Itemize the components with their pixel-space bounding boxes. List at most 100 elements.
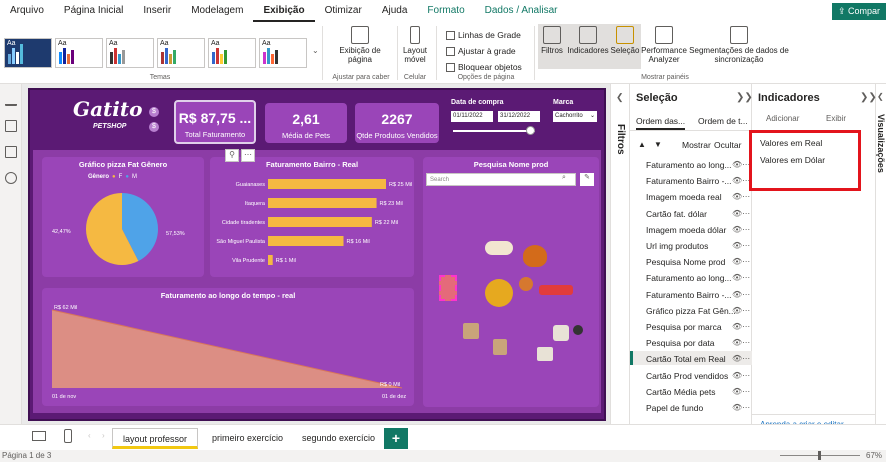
- visibility-eye-icon[interactable]: 👁⋯: [732, 387, 750, 396]
- visibility-eye-icon[interactable]: 👁⋯: [732, 192, 750, 201]
- selection-item[interactable]: Faturamento ao long...: [646, 273, 746, 283]
- bar-chart-panel[interactable]: Faturamento Bairro - Real ⚲ ⋯ Guaianases…: [210, 149, 414, 277]
- move-down-icon[interactable]: ▼: [654, 140, 662, 149]
- zoom-slider-handle[interactable]: [818, 451, 821, 460]
- lock-objects-checkbox[interactable]: Bloquear objetos: [446, 62, 522, 72]
- selection-item[interactable]: Papel de fundo: [646, 403, 746, 413]
- currency-real-icon[interactable]: $: [149, 107, 159, 117]
- visibility-eye-icon[interactable]: 👁⋯: [732, 241, 750, 250]
- mobile-layout-button[interactable]: Layout móvel: [398, 26, 432, 64]
- mobile-layout-icon[interactable]: [64, 429, 72, 443]
- page-view-button[interactable]: Exibição de página: [330, 26, 390, 64]
- currency-dollar-icon[interactable]: $: [149, 122, 159, 132]
- selection-item[interactable]: Faturamento Bairro -...: [646, 290, 746, 300]
- theme-3[interactable]: Aa: [106, 38, 154, 68]
- selection-item[interactable]: Pesquisa por data: [646, 338, 746, 348]
- theme-6[interactable]: Aa: [259, 38, 307, 68]
- show-all-button[interactable]: Mostrar: [682, 140, 711, 150]
- selection-item[interactable]: Faturamento ao long...: [646, 160, 746, 170]
- visibility-eye-icon[interactable]: 👁⋯: [732, 209, 750, 218]
- desktop-layout-icon[interactable]: [32, 431, 46, 441]
- tab-ordem-camadas[interactable]: Ordem das...: [636, 116, 686, 130]
- selection-item[interactable]: Imagem moeda real: [646, 192, 746, 202]
- selection-item[interactable]: Url img produtos: [646, 241, 746, 251]
- hide-all-button[interactable]: Ocultar: [714, 140, 741, 150]
- performance-analyzer-button[interactable]: Performance Analyzer: [641, 26, 687, 64]
- date-to-input[interactable]: 31/12/2022: [498, 111, 540, 122]
- sync-slicers-button[interactable]: Segmentações de dados de sincronização: [688, 26, 790, 64]
- page-tab-primeiro-exercicio[interactable]: primeiro exercício: [202, 428, 293, 449]
- visibility-eye-icon[interactable]: 👁⋯: [732, 371, 750, 380]
- model-view-icon[interactable]: [5, 146, 17, 158]
- eraser-icon[interactable]: ✎: [580, 173, 594, 186]
- menu-exibicao[interactable]: Exibição: [253, 0, 315, 22]
- selection-item[interactable]: Cartão Total em Real: [646, 354, 746, 364]
- snap-grid-checkbox[interactable]: Ajustar à grade: [446, 46, 516, 56]
- filters-pane-button[interactable]: Filtros: [538, 26, 566, 55]
- visibility-eye-icon[interactable]: 👁⋯: [732, 257, 750, 266]
- date-from-input[interactable]: 01/11/2022: [451, 111, 493, 122]
- visibility-eye-icon[interactable]: 👁⋯: [732, 273, 750, 282]
- product-search-input[interactable]: Search: [426, 173, 576, 186]
- date-range-handle[interactable]: [526, 126, 535, 135]
- theme-2[interactable]: Aa: [55, 38, 103, 68]
- theme-5[interactable]: Aa: [208, 38, 256, 68]
- selection-item[interactable]: Pesquisa Nome prod: [646, 257, 746, 267]
- scroll-left-icon[interactable]: ‹: [88, 431, 91, 440]
- visibility-eye-icon[interactable]: 👁⋯: [732, 290, 750, 299]
- theme-4[interactable]: Aa: [157, 38, 205, 68]
- menu-ajuda[interactable]: Ajuda: [372, 0, 418, 22]
- selection-item[interactable]: Imagem moeda dólar: [646, 225, 746, 235]
- menu-modelagem[interactable]: Modelagem: [181, 0, 253, 22]
- filter-icon[interactable]: ⚲: [225, 149, 239, 162]
- menu-formato[interactable]: Formato: [417, 0, 474, 22]
- scroll-right-icon[interactable]: ›: [102, 431, 105, 440]
- selection-item[interactable]: Cartão fat. dólar: [646, 209, 746, 219]
- area-chart-panel[interactable]: Faturamento ao longo do tempo - real R$ …: [42, 288, 414, 406]
- grid-lines-checkbox[interactable]: Linhas de Grade: [446, 30, 521, 40]
- tab-ordem-tabulacao[interactable]: Ordem de t...: [698, 116, 748, 126]
- selection-item[interactable]: Cartão Média pets: [646, 387, 746, 397]
- menu-dados-analisar[interactable]: Dados / Analisar: [475, 0, 568, 22]
- share-button[interactable]: ⇪ Compar: [831, 3, 886, 20]
- collapse-left-icon[interactable]: ❮: [616, 92, 624, 103]
- menu-otimizar[interactable]: Otimizar: [315, 0, 372, 22]
- page-tab-layout-professor[interactable]: layout professor: [112, 428, 199, 449]
- visibility-eye-icon[interactable]: 👁⋯: [732, 160, 750, 169]
- selection-item[interactable]: Cartão Prod vendidos: [646, 371, 746, 381]
- move-up-icon[interactable]: ▲: [638, 140, 646, 149]
- card-qtde-produtos[interactable]: 2267 Qtde Produtos Vendidos: [355, 103, 439, 143]
- visibility-eye-icon[interactable]: 👁⋯: [732, 338, 750, 347]
- themes-dropdown-icon[interactable]: ⌄: [312, 46, 319, 55]
- pie-chart-panel[interactable]: Gráfico pizza Fat Gênero Gênero ● F ● M 42…: [42, 157, 204, 277]
- visibility-eye-icon[interactable]: 👁⋯: [732, 225, 750, 234]
- product-search-panel[interactable]: Pesquisa Nome prod Search ⌕ ✎: [423, 157, 599, 407]
- add-bookmark-button[interactable]: Adicionar: [766, 114, 799, 123]
- visibility-eye-icon[interactable]: 👁⋯: [732, 176, 750, 185]
- bookmarks-pane-button[interactable]: Indicadores: [566, 26, 610, 55]
- dax-view-icon[interactable]: [5, 172, 17, 184]
- selection-item[interactable]: Gráfico pizza Fat Gên...: [646, 306, 746, 316]
- card-total-faturamento[interactable]: R$ 87,75 ... Total Faturamento: [174, 100, 256, 144]
- selection-item[interactable]: Pesquisa por marca: [646, 322, 746, 332]
- visibility-eye-icon[interactable]: 👁⋯: [732, 322, 750, 331]
- brand-dropdown[interactable]: Cachorrito ⌄: [553, 111, 597, 122]
- report-view-icon[interactable]: [5, 94, 17, 106]
- table-view-icon[interactable]: [5, 120, 17, 132]
- selection-item[interactable]: Faturamento Bairro -...: [646, 176, 746, 186]
- view-bookmark-button[interactable]: Exibir: [826, 114, 846, 123]
- more-options-icon[interactable]: ⋯: [241, 149, 255, 162]
- expand-right-icon[interactable]: ❯❯: [736, 92, 753, 103]
- menu-inserir[interactable]: Inserir: [133, 0, 181, 22]
- expand-right-icon[interactable]: ❯❯: [860, 92, 877, 103]
- theme-1[interactable]: Aa: [4, 38, 52, 68]
- card-media-pets[interactable]: 2,61 Média de Pets: [265, 103, 347, 143]
- menu-arquivo[interactable]: Arquivo: [0, 0, 54, 22]
- add-page-button[interactable]: +: [384, 428, 408, 449]
- menu-pagina-inicial[interactable]: Página Inicial: [54, 0, 133, 22]
- visualizations-pane-collapsed[interactable]: ❮ Visualizações: [876, 84, 886, 450]
- visibility-eye-icon[interactable]: 👁⋯: [732, 403, 750, 412]
- visibility-eye-icon[interactable]: 👁⋯: [732, 306, 750, 315]
- collapse-left-icon[interactable]: ❮: [877, 92, 884, 101]
- page-tab-segundo-exercicio[interactable]: segundo exercício: [292, 428, 385, 449]
